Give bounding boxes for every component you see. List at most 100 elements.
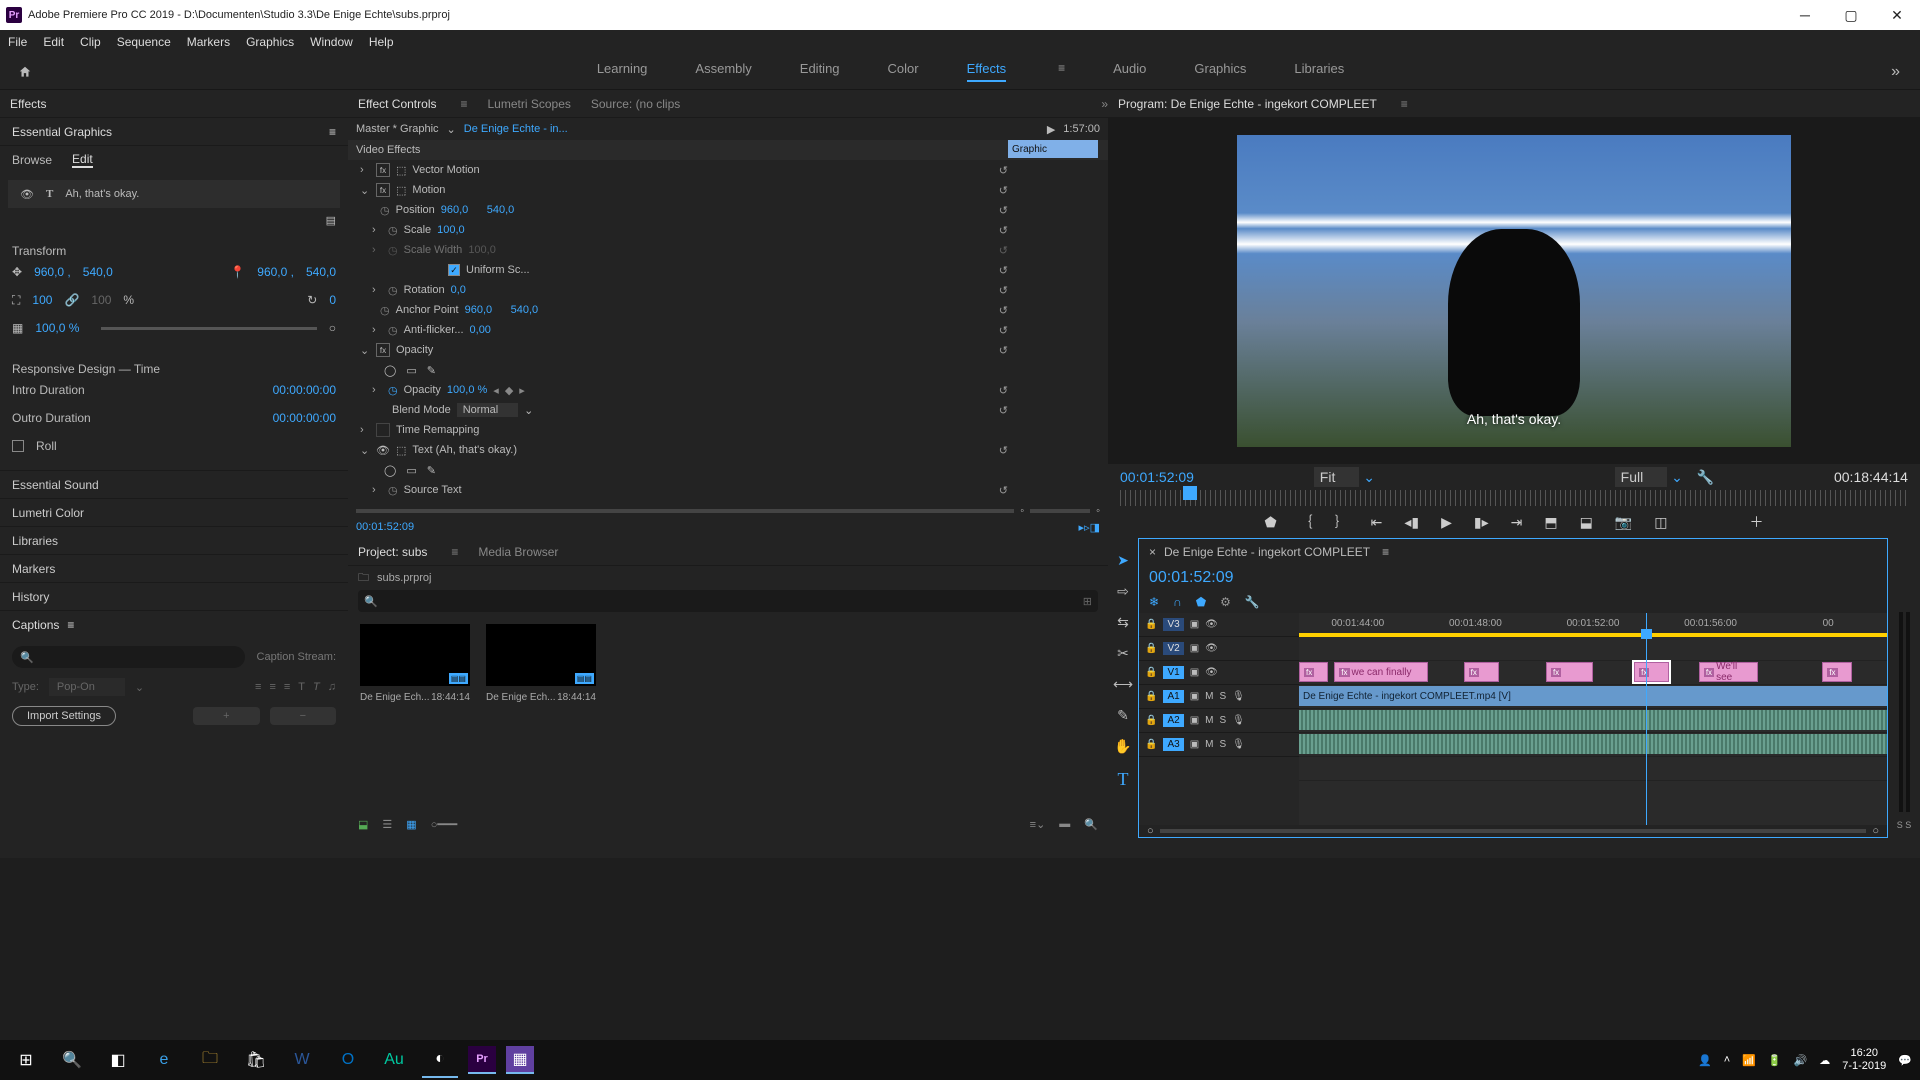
track-a3-lane[interactable]	[1299, 757, 1887, 781]
track-v2-lane[interactable]: fxfxwe can finallyfxfxfxfxWe'll seefx	[1299, 661, 1887, 685]
new-layer-icon[interactable]: ▤	[326, 214, 336, 234]
find-icon[interactable]: 🔍	[1084, 818, 1098, 831]
chevron-down-icon[interactable]: ⌄	[135, 681, 144, 694]
word-icon[interactable]: W	[284, 1042, 320, 1078]
workspace-overflow-icon[interactable]: »	[1891, 63, 1920, 81]
rect-mask-icon[interactable]: ▭	[406, 464, 416, 477]
fit-dropdown[interactable]: Fit	[1314, 467, 1360, 487]
blend-mode-dropdown[interactable]: Normal	[457, 403, 518, 417]
opacity-slider[interactable]	[101, 327, 316, 330]
project-item[interactable]: ▤▤ De Enige Ech...18:44:14	[360, 624, 470, 703]
eye-icon[interactable]: 👁	[1205, 643, 1218, 654]
ec-opacity-val[interactable]: 100,0 %	[447, 384, 487, 396]
ec-zoom-scroll[interactable]	[1030, 509, 1090, 513]
ec-vector-motion[interactable]: Vector Motion	[412, 164, 479, 176]
eg-anc-x[interactable]: 960,0 ,	[257, 265, 294, 279]
ec-scale[interactable]: 100,0	[437, 224, 477, 236]
close-seq-icon[interactable]: ×	[1149, 545, 1156, 559]
track-a3-header[interactable]: A3	[1163, 738, 1183, 751]
workspace-effects[interactable]: Effects	[967, 61, 1007, 82]
graphic-clip[interactable]: fx	[1464, 662, 1499, 682]
menu-graphics[interactable]: Graphics	[246, 35, 294, 49]
pen-mask-icon[interactable]: ✎	[427, 364, 436, 377]
solo-label[interactable]: S	[1219, 715, 1226, 726]
ec-source-text[interactable]: Source Text	[404, 484, 462, 496]
add-keyframe-icon[interactable]: ◆	[505, 384, 513, 397]
eg-rotation[interactable]: 0	[329, 293, 336, 307]
reset-icon[interactable]: ↺	[999, 204, 1008, 217]
twirl-icon[interactable]: ›	[360, 424, 370, 436]
track-a2-header[interactable]: A2	[1163, 714, 1183, 727]
chevron-down-icon[interactable]: ⌄	[1671, 469, 1683, 485]
task-view-icon[interactable]: ◧	[100, 1042, 136, 1078]
captions-search[interactable]: 🔍	[12, 646, 245, 668]
tab-source[interactable]: Source: (no clips	[591, 97, 680, 111]
lock-icon[interactable]: 🔒	[1145, 619, 1157, 630]
outro-duration[interactable]: 00:00:00:00	[273, 411, 336, 425]
eg-tab-browse[interactable]: Browse	[12, 153, 52, 167]
explorer-icon[interactable]: 🗀	[192, 1042, 228, 1078]
ec-anchor-x[interactable]: 960,0	[465, 304, 505, 316]
list-view-icon[interactable]: ☰	[382, 818, 392, 831]
workspace-audio[interactable]: Audio	[1113, 61, 1146, 82]
mute-label[interactable]: M	[1205, 739, 1213, 750]
menu-window[interactable]: Window	[310, 35, 353, 49]
ec-hscroll[interactable]	[356, 509, 1014, 513]
workspace-libraries[interactable]: Libraries	[1294, 61, 1344, 82]
ec-view-icon[interactable]: ◨	[1090, 521, 1100, 534]
reset-icon[interactable]: ↺	[999, 164, 1008, 177]
stopwatch-icon[interactable]: ◷	[388, 224, 398, 237]
sync-lock-icon[interactable]: ▣	[1190, 715, 1199, 726]
video-clip[interactable]: De Enige Echte - ingekort COMPLEET.mp4 […	[1299, 686, 1887, 706]
graphic-clip[interactable]: fxwe can finally	[1334, 662, 1428, 682]
solo-indicator[interactable]: S S	[1897, 820, 1912, 830]
export-frame-icon[interactable]: 📷	[1615, 514, 1632, 531]
reset-icon[interactable]: ↺	[999, 244, 1008, 257]
project-item[interactable]: ▤▤ De Enige Ech...18:44:14	[486, 624, 596, 703]
twirl-icon[interactable]: ⌄	[360, 444, 370, 457]
sync-lock-icon[interactable]: ▣	[1190, 643, 1199, 654]
storyboard-icon[interactable]: ⊞	[1083, 595, 1092, 608]
audition-icon[interactable]: Au	[376, 1042, 412, 1078]
panel-history[interactable]: History	[0, 582, 348, 610]
minimize-button[interactable]: ─	[1782, 0, 1828, 30]
text-italic-icon[interactable]: T	[313, 681, 320, 693]
stopwatch-icon[interactable]: ◷	[380, 304, 390, 317]
track-a1-header[interactable]: A1	[1163, 690, 1183, 703]
reset-icon[interactable]: ↺	[999, 384, 1008, 397]
eg-anc-y[interactable]: 540,0	[306, 265, 336, 279]
track-v1-header[interactable]: V1	[1163, 666, 1183, 679]
premiere-taskbar-icon[interactable]: Pr	[468, 1046, 496, 1074]
ec-footer-timecode[interactable]: 00:01:52:09	[356, 521, 414, 533]
go-to-out-icon[interactable]: ⇥	[1511, 514, 1523, 531]
caption-remove-button[interactable]: −	[270, 707, 336, 725]
sync-lock-icon[interactable]: ▣	[1190, 619, 1199, 630]
lock-icon[interactable]: 🔒	[1145, 667, 1157, 678]
project-file[interactable]: subs.prproj	[377, 572, 431, 584]
rect-mask-icon[interactable]: ▭	[406, 364, 416, 377]
workspace-assembly[interactable]: Assembly	[695, 61, 751, 82]
program-scrub-bar[interactable]	[1120, 490, 1908, 506]
slider-handle-icon[interactable]: ○	[329, 321, 336, 335]
tab-project[interactable]: Project: subs	[358, 545, 427, 559]
stopwatch-icon[interactable]: ◷	[388, 284, 398, 297]
reset-icon[interactable]: ↺	[999, 344, 1008, 357]
scroll-handle-icon[interactable]: ○	[1147, 825, 1154, 837]
program-menu-icon[interactable]: ≡	[1401, 97, 1408, 111]
ec-pos-y[interactable]: 540,0	[487, 204, 527, 216]
workspace-learning[interactable]: Learning	[597, 61, 648, 82]
mute-label[interactable]: M	[1205, 691, 1213, 702]
workspace-color[interactable]: Color	[888, 61, 919, 82]
battery-icon[interactable]: 🔋	[1768, 1054, 1782, 1067]
eg-title[interactable]: Essential Graphics	[12, 125, 112, 139]
fx-icon[interactable]: fx	[376, 343, 390, 357]
sort-icon[interactable]: ≡⌄	[1030, 818, 1046, 831]
start-button[interactable]: ⊞	[8, 1042, 44, 1078]
eye-icon[interactable]: 👁	[20, 188, 34, 201]
settings-icon[interactable]: ⚙	[1220, 595, 1231, 609]
audio-clip[interactable]	[1299, 734, 1887, 754]
graphic-clip[interactable]: fx	[1634, 662, 1669, 682]
sync-lock-icon[interactable]: ▣	[1190, 691, 1199, 702]
app-icon[interactable]: ▦	[506, 1046, 534, 1074]
marker-tool-icon[interactable]: ⬟	[1196, 595, 1206, 609]
